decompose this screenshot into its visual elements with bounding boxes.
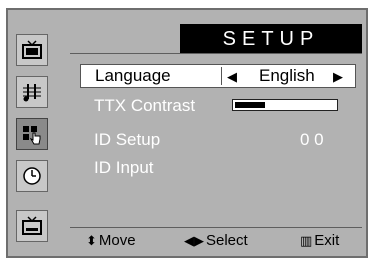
exit-hint: ▥ Exit [300,232,339,249]
page-title: SETUP [180,24,362,54]
menu-item-id-setup[interactable]: ID Setup 0 0 [80,128,356,152]
divider [221,67,222,85]
teletext-icon[interactable] [16,210,48,242]
move-hint: ⬍ Move [86,232,136,249]
id-setup-value: 0 0 [300,130,324,149]
contrast-level-fill [235,102,265,108]
contrast-level-bar[interactable] [232,99,338,111]
divider [70,227,362,228]
select-label: Select [206,232,248,249]
time-icon[interactable] [16,160,48,192]
move-label: Move [98,232,136,249]
exit-label: Exit [314,232,340,249]
menu-item-label: ID Setup [94,130,161,149]
left-right-arrow-icon: ◀▶ [184,232,204,248]
menu-item-ttx-contrast[interactable]: TTX Contrast [80,94,356,118]
language-value: English [259,66,315,85]
up-down-arrow-icon: ⬍ [86,232,97,248]
menu-item-language[interactable]: Language ◀ English ▶ [80,64,356,88]
setup-icon[interactable] [16,118,48,150]
menu-item-label: TTX Contrast [94,96,196,115]
category-sidebar [16,28,50,252]
select-hint: ◀▶ Select [184,232,248,249]
menu-item-id-input[interactable]: ID Input [80,156,356,180]
tv-screen: SETUP Language ◀ English ▶ TTX Contrast … [0,0,376,264]
menu-item-label: ID Input [94,158,154,177]
sound-icon[interactable] [16,76,48,108]
menu-icon: ▥ [300,232,313,248]
arrow-right-icon[interactable]: ▶ [333,69,343,85]
footer-hints: ⬍ Move ◀▶ Select ▥ Exit [86,232,366,252]
picture-icon[interactable] [16,34,48,66]
arrow-left-icon[interactable]: ◀ [227,69,237,85]
menu-item-label: Language [95,66,171,85]
divider [70,53,362,54]
